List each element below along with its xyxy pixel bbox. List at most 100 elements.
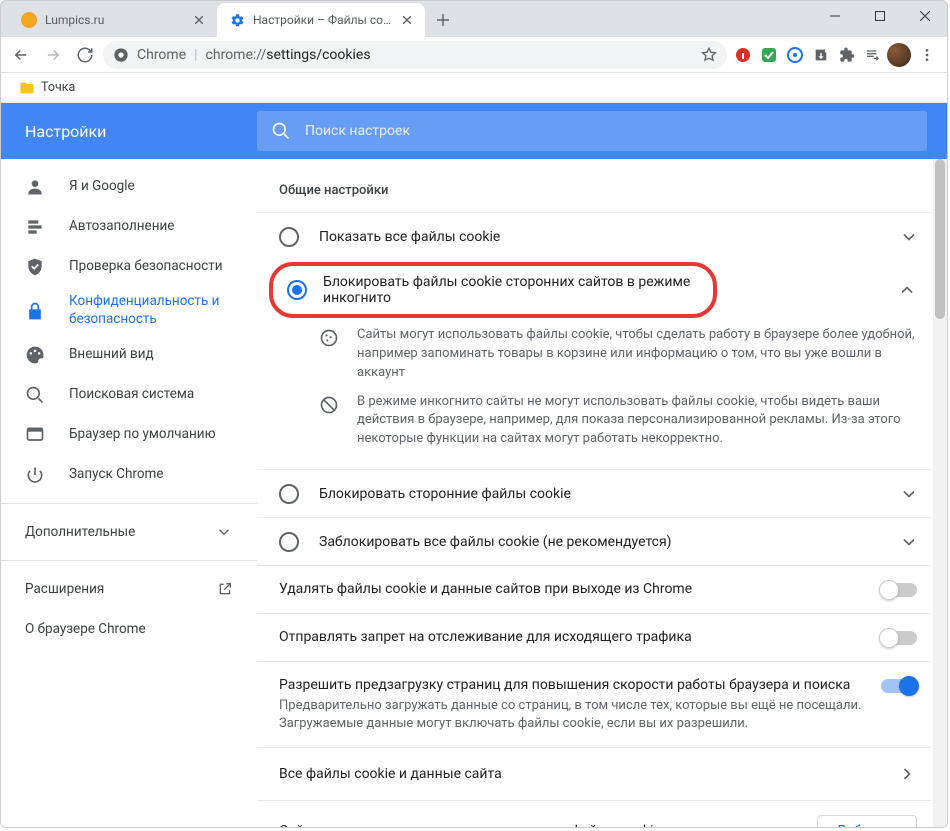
bookmark-label: Точка — [41, 80, 75, 95]
chevron-up-icon[interactable] — [897, 280, 917, 300]
back-button[interactable] — [7, 41, 35, 69]
detail-text: Сайты могут использовать файлы cookie, ч… — [357, 326, 915, 383]
sidebar-label: Автозаполнение — [69, 218, 174, 236]
toggle-title: Отправлять запрет на отслеживание для ис… — [279, 628, 865, 647]
bookmarks-bar: Точка — [1, 73, 947, 103]
toggle-switch[interactable] — [881, 679, 917, 693]
tab-lumpics[interactable]: Lumpics.ru — [9, 3, 217, 37]
toggle-switch[interactable] — [881, 631, 917, 645]
url-host: chrome:// — [206, 47, 267, 63]
avatar[interactable] — [887, 43, 911, 67]
bookmark-folder[interactable]: Точка — [11, 76, 83, 100]
tab-title: Lumpics.ru — [45, 13, 183, 27]
settings-title: Настройки — [25, 122, 257, 141]
settings-search[interactable] — [257, 111, 927, 151]
always-allow-row: Сайты, которые всегда могут использовать… — [257, 800, 931, 827]
radio-block-third-party-incognito-row: Блокировать файлы cookie сторонних сайто… — [257, 260, 931, 320]
sidebar-item-startup[interactable]: Запуск Chrome — [1, 455, 257, 495]
sidebar-item-autofill[interactable]: Автозаполнение — [1, 207, 257, 247]
ext-icon[interactable] — [783, 43, 807, 67]
sidebar-item-search-engine[interactable]: Поисковая система — [1, 375, 257, 415]
maximize-button[interactable] — [857, 1, 902, 31]
sidebar-advanced[interactable]: Дополнительные — [1, 512, 257, 552]
scrollbar-thumb[interactable] — [935, 159, 945, 319]
omnibox[interactable]: Chrome | chrome://settings/cookies — [103, 41, 727, 69]
sidebar-item-you-and-google[interactable]: Я и Google — [1, 167, 257, 207]
url-scheme: Chrome — [137, 47, 186, 63]
search-icon — [25, 385, 45, 405]
settings-content: Настройки Я и Google Автозаполнение — [1, 103, 947, 827]
address-bar: Chrome | chrome://settings/cookies — [1, 37, 947, 73]
sidebar-label: Поисковая система — [69, 386, 194, 404]
lock-icon — [25, 301, 45, 321]
section-title: Общие настройки — [279, 183, 931, 198]
ext-icon[interactable] — [809, 43, 833, 67]
settings-main: Общие настройки Показать все файлы cooki… — [257, 159, 947, 827]
toggle-switch[interactable] — [881, 583, 917, 597]
toggle-clear-on-exit: Удалять файлы cookie и данные сайтов при… — [257, 565, 931, 613]
forward-button[interactable] — [39, 41, 67, 69]
radio-allow-all[interactable]: Показать все файлы cookie — [257, 212, 931, 260]
sidebar-label: О браузере Chrome — [25, 621, 146, 637]
minimize-button[interactable] — [812, 1, 857, 31]
add-button[interactable]: Добавить — [817, 815, 917, 827]
extensions-icon[interactable] — [835, 43, 859, 67]
new-tab-button[interactable] — [429, 6, 457, 34]
sidebar-label: Браузер по умолчанию — [69, 426, 216, 444]
detail-item: Сайты могут использовать файлы cookie, ч… — [319, 326, 915, 383]
settings-header: Настройки — [1, 103, 947, 159]
shield-check-icon — [25, 257, 45, 277]
chrome-icon — [113, 47, 129, 63]
close-icon[interactable] — [191, 12, 207, 28]
radio-icon — [279, 227, 299, 247]
detail-text: В режиме инкогнито сайты не могут исполь… — [357, 393, 915, 450]
power-icon — [25, 465, 45, 485]
sidebar-item-safety[interactable]: Проверка безопасности — [1, 247, 257, 287]
tab-settings[interactable]: Настройки – Файлы cookie и д… — [217, 3, 425, 37]
radio-label: Блокировать сторонние файлы cookie — [319, 486, 899, 502]
sidebar-label: Внешний вид — [69, 346, 154, 364]
menu-button[interactable] — [913, 41, 941, 69]
chevron-down-icon — [899, 532, 919, 552]
row-title: Сайты, которые всегда могут использовать… — [279, 823, 661, 827]
chevron-down-icon — [899, 227, 919, 247]
reading-list-icon[interactable] — [861, 43, 885, 67]
radio-block-all[interactable]: Заблокировать все файлы cookie (не реком… — [257, 517, 931, 565]
sidebar-extensions[interactable]: Расширения — [1, 569, 257, 609]
ext-icon[interactable] — [757, 43, 781, 67]
highlight-ring[interactable]: Блокировать файлы cookie сторонних сайто… — [269, 262, 717, 318]
url-divider: | — [194, 47, 197, 63]
sidebar-about[interactable]: О браузере Chrome — [1, 609, 257, 649]
search-input[interactable] — [305, 123, 913, 139]
sidebar-item-appearance[interactable]: Внешний вид — [1, 335, 257, 375]
reload-button[interactable] — [71, 41, 99, 69]
radio-label: Показать все файлы cookie — [319, 229, 899, 245]
palette-icon — [25, 345, 45, 365]
detail-item: В режиме инкогнито сайты не могут исполь… — [319, 393, 915, 450]
toggle-sub: Предварительно загружать данные со стран… — [279, 697, 865, 733]
chevron-right-icon — [897, 764, 917, 784]
radio-icon — [287, 280, 307, 300]
sidebar-item-default-browser[interactable]: Браузер по умолчанию — [1, 415, 257, 455]
window-controls — [812, 1, 947, 31]
sidebar-label: Запуск Chrome — [69, 466, 164, 484]
scrollbar-track[interactable] — [933, 159, 947, 827]
sidebar-label: Дополнительные — [25, 524, 135, 540]
radio-label: Блокировать файлы cookie сторонних сайто… — [323, 274, 695, 306]
titlebar: Lumpics.ru Настройки – Файлы cookie и д… — [1, 1, 947, 37]
tab-title: Настройки – Файлы cookie и д… — [253, 13, 391, 27]
block-icon — [319, 395, 339, 415]
close-window-button[interactable] — [902, 1, 947, 31]
sidebar-label: Конфиденциальность и безопасность — [69, 293, 245, 328]
close-icon[interactable] — [399, 12, 415, 28]
person-icon — [25, 177, 45, 197]
sidebar-label: Проверка безопасности — [69, 258, 223, 276]
star-icon[interactable] — [701, 47, 717, 63]
toggle-do-not-track: Отправлять запрет на отслеживание для ис… — [257, 613, 931, 661]
sidebar-item-privacy[interactable]: Конфиденциальность и безопасность — [1, 287, 257, 335]
browser-window: Lumpics.ru Настройки – Файлы cookie и д… — [0, 0, 948, 828]
all-cookies-link[interactable]: Все файлы cookie и данные сайта — [257, 747, 931, 800]
ext-icon[interactable] — [731, 43, 755, 67]
radio-block-third-party[interactable]: Блокировать сторонние файлы cookie — [257, 469, 931, 517]
radio-label: Заблокировать все файлы cookie (не реком… — [319, 534, 899, 550]
